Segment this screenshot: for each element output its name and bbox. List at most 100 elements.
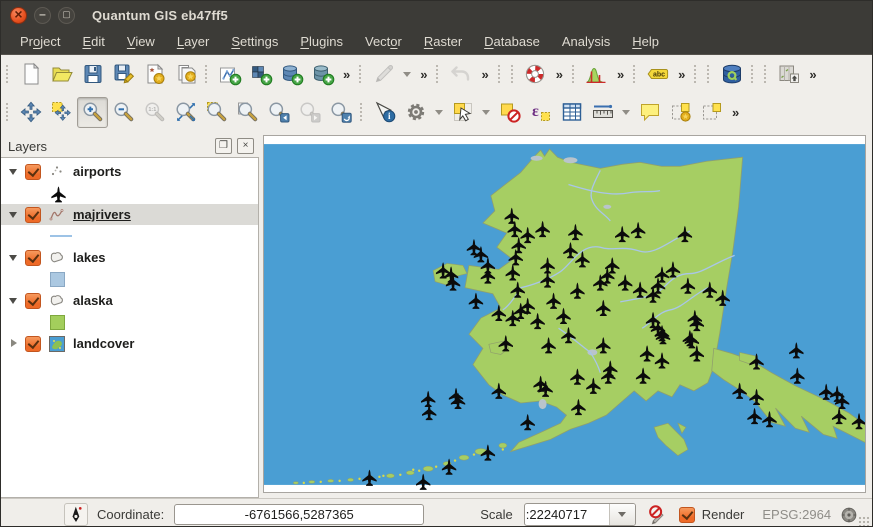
dropdown-caret-icon[interactable]: [622, 110, 630, 115]
toolbar-overflow-icon[interactable]: »: [415, 67, 432, 82]
toolbar-grip[interactable]: [751, 65, 756, 83]
zoom-refresh-button[interactable]: [325, 97, 356, 128]
menu-help[interactable]: Help: [621, 31, 670, 52]
add-postgis-button[interactable]: [276, 59, 307, 90]
map-publish-button[interactable]: [773, 59, 804, 90]
toolbar-grip[interactable]: [6, 65, 11, 83]
bookmark-show-button[interactable]: [696, 97, 727, 128]
menu-raster[interactable]: Raster: [413, 31, 473, 52]
composer-manager-button[interactable]: [170, 59, 201, 90]
menu-vector[interactable]: Vector: [354, 31, 413, 52]
crs-status-icon[interactable]: [839, 505, 859, 525]
dropdown-caret-icon[interactable]: [435, 110, 443, 115]
pan-button[interactable]: [15, 97, 46, 128]
toolbar-grip[interactable]: [572, 65, 577, 83]
toolbar-grip[interactable]: [764, 65, 769, 83]
menu-layer[interactable]: Layer: [166, 31, 221, 52]
layer-checkbox-airports[interactable]: [25, 164, 41, 180]
zoom-layer-button[interactable]: [232, 97, 263, 128]
zoom-selection-button[interactable]: [201, 97, 232, 128]
panel-float-icon[interactable]: ❐: [215, 138, 232, 154]
coordinate-capture-icon[interactable]: [64, 503, 88, 526]
toolbar-overflow-icon[interactable]: »: [612, 67, 629, 82]
add-spatialite-button[interactable]: [307, 59, 338, 90]
menu-plugins[interactable]: Plugins: [289, 31, 354, 52]
expand-icon[interactable]: [9, 339, 18, 348]
layer-checkbox-alaska[interactable]: [25, 293, 41, 309]
layer-row-airports[interactable]: airports: [1, 161, 258, 182]
dropdown-caret-icon[interactable]: [403, 72, 411, 77]
collapse-icon[interactable]: [9, 167, 18, 176]
menu-project[interactable]: Project: [9, 31, 71, 52]
deselect-button[interactable]: [494, 97, 525, 128]
toolbar-overflow-icon[interactable]: »: [804, 67, 821, 82]
add-vector-button[interactable]: [214, 59, 245, 90]
zoom-in-button[interactable]: [77, 97, 108, 128]
layer-checkbox-lakes[interactable]: [25, 250, 41, 266]
chevron-down-icon[interactable]: [609, 504, 635, 525]
attribute-table-button[interactable]: [556, 97, 587, 128]
menu-edit[interactable]: Edit: [71, 31, 115, 52]
layer-checkbox-landcover[interactable]: [25, 336, 41, 352]
collapse-icon[interactable]: [9, 296, 18, 305]
toolbar-overflow-icon[interactable]: »: [727, 105, 744, 120]
toolbar-grip[interactable]: [436, 65, 441, 83]
composer-new-button[interactable]: [139, 59, 170, 90]
map-tips-button[interactable]: [634, 97, 665, 128]
toolbar-grip[interactable]: [633, 65, 638, 83]
toolbar-overflow-icon[interactable]: »: [673, 67, 690, 82]
scale-combobox[interactable]: :22240717: [524, 503, 636, 526]
pan-selection-button[interactable]: [46, 97, 77, 128]
folder-open-button[interactable]: [46, 59, 77, 90]
toolbar-grip[interactable]: [694, 65, 699, 83]
map-canvas[interactable]: [263, 135, 866, 493]
identify-button[interactable]: i: [369, 97, 400, 128]
menu-view[interactable]: View: [116, 31, 166, 52]
layer-row-landcover[interactable]: landcover: [1, 333, 258, 354]
zoom-out-button[interactable]: [108, 97, 139, 128]
add-raster-button[interactable]: [245, 59, 276, 90]
select-expression-button[interactable]: ε: [525, 97, 556, 128]
layer-row-majrivers[interactable]: majrivers: [1, 204, 258, 225]
menu-database[interactable]: Database: [473, 31, 551, 52]
render-checkbox[interactable]: [679, 507, 695, 523]
histogram-button[interactable]: [581, 59, 612, 90]
toolbar-grip[interactable]: [498, 65, 503, 83]
layer-row-lakes[interactable]: lakes: [1, 247, 258, 268]
toolbar-grip[interactable]: [707, 65, 712, 83]
toolbar-grip[interactable]: [6, 103, 11, 121]
coordinate-input[interactable]: [174, 504, 424, 525]
toolbar-overflow-icon[interactable]: »: [476, 67, 493, 82]
dropdown-caret-icon[interactable]: [482, 110, 490, 115]
save-as-button[interactable]: [108, 59, 139, 90]
toolbar-overflow-icon[interactable]: »: [551, 67, 568, 82]
menu-settings[interactable]: Settings: [220, 31, 289, 52]
save-button[interactable]: [77, 59, 108, 90]
database-qgis-button[interactable]: [716, 59, 747, 90]
select-features-button[interactable]: [447, 97, 478, 128]
zoom-last-button[interactable]: [263, 97, 294, 128]
panel-close-icon[interactable]: ×: [237, 138, 254, 154]
collapse-icon[interactable]: [9, 253, 18, 262]
toolbar-grip[interactable]: [359, 65, 364, 83]
measure-button[interactable]: [587, 97, 618, 128]
stop-render-icon[interactable]: [645, 503, 669, 526]
toolbar-grip[interactable]: [360, 103, 365, 121]
bookmark-new-button[interactable]: [665, 97, 696, 128]
toolbar-overflow-icon[interactable]: »: [338, 67, 355, 82]
close-button[interactable]: [10, 7, 27, 24]
menu-analysis[interactable]: Analysis: [551, 31, 621, 52]
layer-checkbox-majrivers[interactable]: [25, 207, 41, 223]
collapse-icon[interactable]: [9, 210, 18, 219]
minimize-button[interactable]: [34, 7, 51, 24]
toolbar-grip[interactable]: [205, 65, 210, 83]
zoom-full-button[interactable]: [170, 97, 201, 128]
actions-gear-button[interactable]: [400, 97, 431, 128]
label-abc-button[interactable]: abc: [642, 59, 673, 90]
help-lifebuoy-button[interactable]: [520, 59, 551, 90]
maximize-button[interactable]: [58, 7, 75, 24]
file-new-button[interactable]: [15, 59, 46, 90]
toolbar-grip[interactable]: [511, 65, 516, 83]
resize-grip[interactable]: [858, 516, 870, 527]
layer-row-alaska[interactable]: alaska: [1, 290, 258, 311]
